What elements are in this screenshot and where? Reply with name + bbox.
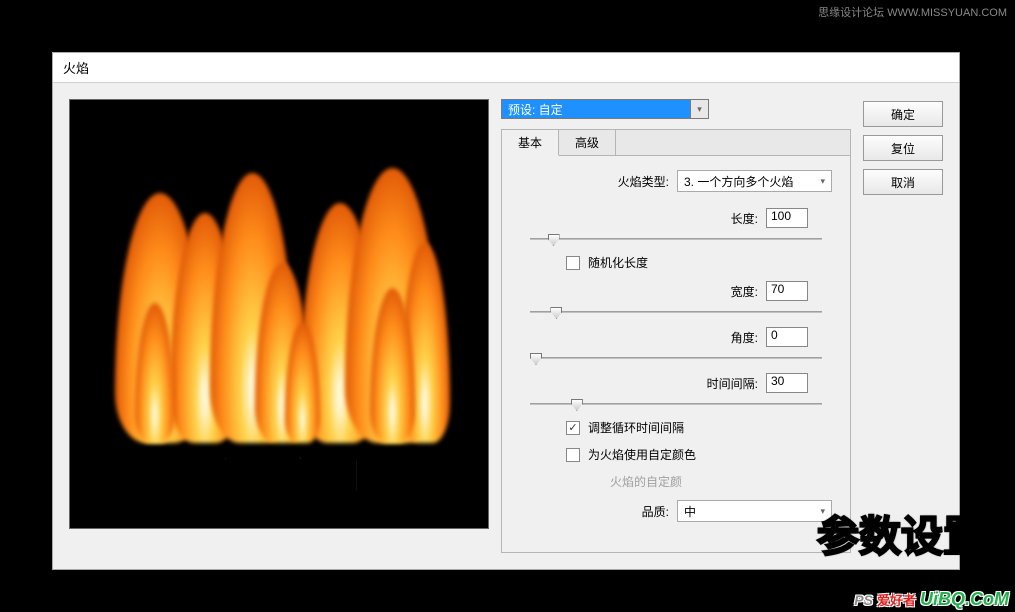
angle-input[interactable]: 0: [766, 327, 808, 347]
fire-preview: [110, 143, 470, 443]
interval-input[interactable]: 30: [766, 373, 808, 393]
chevron-down-icon: ▾: [820, 176, 825, 187]
interval-label: 时间间隔:: [707, 375, 758, 392]
watermark-top: 思缘设计论坛 WWW.MISSYUAN.COM: [818, 4, 1007, 20]
flame-type-select[interactable]: 3. 一个方向多个火焰 ▾: [677, 170, 832, 192]
width-label: 宽度:: [731, 283, 758, 300]
dialog-title: 火焰: [63, 58, 89, 77]
ok-button[interactable]: 确定: [863, 101, 943, 127]
quality-label: 品质:: [642, 503, 669, 520]
watermark-cn: 爱好者: [877, 590, 916, 609]
reset-button[interactable]: 复位: [863, 135, 943, 161]
width-slider[interactable]: [530, 305, 822, 319]
chevron-down-icon: ▾: [697, 104, 702, 115]
adjust-loop-interval-label: 调整循环时间间隔: [588, 419, 684, 436]
tab-advanced[interactable]: 高级: [559, 130, 616, 155]
randomize-length-label: 随机化长度: [588, 254, 648, 271]
flame-type-label: 火焰类型:: [618, 173, 669, 190]
quality-select[interactable]: 中 ▾: [677, 500, 832, 522]
length-label: 长度:: [731, 210, 758, 227]
randomize-length-checkbox[interactable]: [566, 256, 580, 270]
tab-header: 基本 高级: [502, 130, 850, 156]
flame-type-value: 3. 一个方向多个火焰: [684, 173, 793, 190]
preset-dropdown-arrow[interactable]: ▾: [691, 99, 709, 119]
preset-select[interactable]: 预设: 自定: [501, 99, 691, 119]
watermark-bottom: PS 爱好者 UiBQ.CoM: [854, 589, 1009, 610]
watermark-ps: PS: [854, 592, 873, 608]
preview-overlay-label: 预览窗口: [195, 442, 363, 503]
cancel-button[interactable]: 取消: [863, 169, 943, 195]
use-custom-color-label: 为火焰使用自定颜色: [588, 446, 696, 463]
params-overlay-label: 参数设置: [817, 503, 985, 564]
preset-row: 预设: 自定 ▾: [501, 99, 851, 119]
flame-dialog: 火焰 预览窗口 预设: 自定: [52, 52, 960, 570]
width-input[interactable]: 70: [766, 281, 808, 301]
length-input[interactable]: 100: [766, 208, 808, 228]
preview-panel: 预览窗口: [69, 99, 489, 529]
angle-slider[interactable]: [530, 351, 822, 365]
preset-value: 预设: 自定: [508, 101, 563, 118]
length-slider[interactable]: [530, 232, 822, 246]
tab-basic[interactable]: 基本: [502, 130, 559, 156]
dialog-titlebar: 火焰: [53, 53, 959, 83]
interval-slider[interactable]: [530, 397, 822, 411]
use-custom-color-checkbox[interactable]: [566, 448, 580, 462]
custom-color-disabled-label: 火焰的自定颜: [610, 473, 832, 490]
adjust-loop-interval-checkbox[interactable]: [566, 421, 580, 435]
angle-label: 角度:: [731, 329, 758, 346]
watermark-domain: UiBQ.CoM: [920, 589, 1009, 610]
quality-value: 中: [684, 503, 696, 520]
